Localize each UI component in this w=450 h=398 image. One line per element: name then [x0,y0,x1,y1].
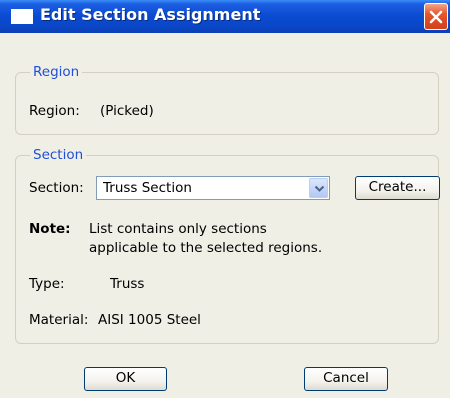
section-select-dropdown-button[interactable] [309,178,328,198]
ok-button[interactable]: OK [84,367,167,391]
region-label: Region: [29,103,80,119]
title-bar[interactable]: Edit Section Assignment [0,0,450,33]
note-line-1: List contains only sections [89,221,267,237]
note-label: Note: [29,221,71,237]
close-icon [429,10,443,24]
type-value: Truss [110,276,145,292]
region-value: (Picked) [100,103,154,119]
type-label: Type: [29,276,65,292]
chevron-down-icon [314,185,325,192]
edit-section-assignment-dialog: Edit Section Assignment Region Region: (… [0,0,450,398]
create-button[interactable]: Create... [355,176,440,200]
note-line-2: applicable to the selected regions. [89,240,323,256]
window-icon [11,9,33,24]
section-select-value: Truss Section [103,180,192,196]
section-label: Section: [29,180,84,196]
material-label: Material: [29,312,89,328]
cancel-button[interactable]: Cancel [304,367,388,391]
section-group-legend: Section [30,147,87,163]
region-group-legend: Region [30,64,83,80]
section-select[interactable]: Truss Section [96,176,330,200]
window-title: Edit Section Assignment [40,5,261,24]
close-button[interactable] [424,3,448,30]
material-value: AISI 1005 Steel [98,312,201,328]
